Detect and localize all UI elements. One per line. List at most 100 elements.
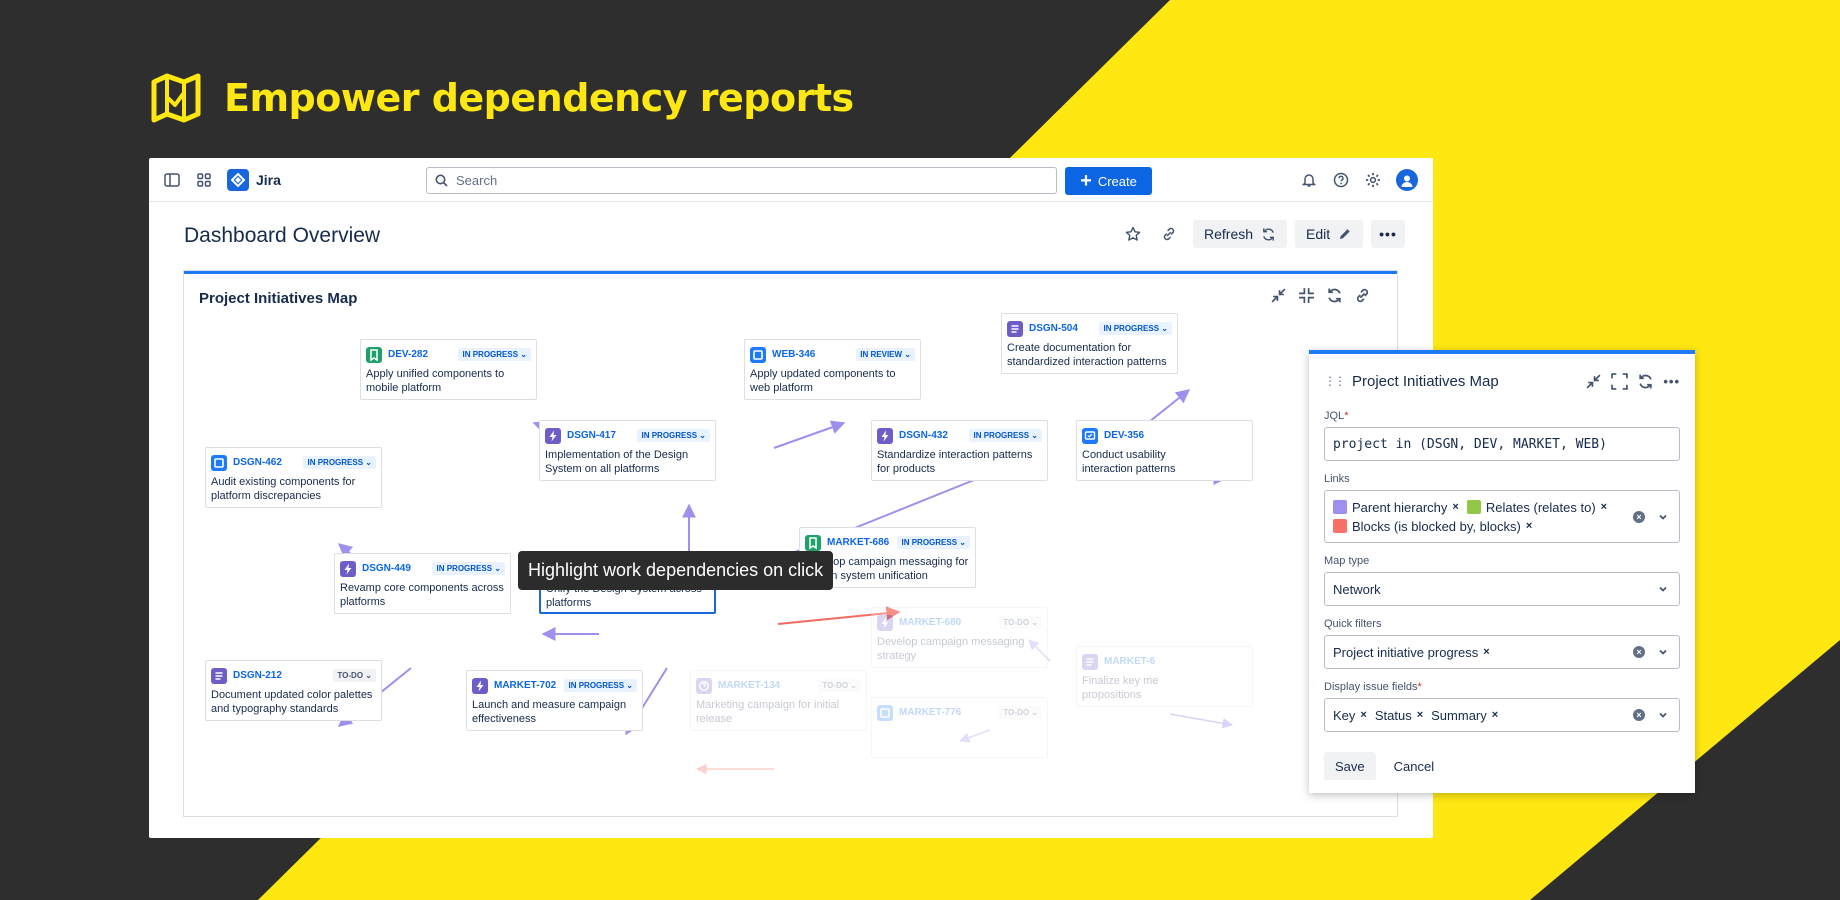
issue-key[interactable]: DSGN-504 [1029, 323, 1093, 334]
status-lozenge[interactable]: IN PROGRESS ⌄ [303, 456, 376, 469]
clear-fields-icon[interactable]: × [1633, 709, 1645, 721]
status-lozenge[interactable]: TO-DO ⌄ [818, 679, 861, 692]
status-lozenge[interactable]: IN REVIEW ⌄ [856, 348, 915, 361]
card-header: MARKET-702 IN PROGRESS ⌄ [472, 677, 637, 694]
link-icon[interactable] [1157, 226, 1181, 242]
chip[interactable]: Status × [1375, 708, 1423, 723]
jira-logo[interactable]: Jira [227, 169, 281, 191]
issue-key[interactable]: MARKET-776 [899, 707, 993, 718]
status-lozenge[interactable]: IN PROGRESS ⌄ [637, 429, 710, 442]
issue-summary-line: propositions [1082, 689, 1142, 701]
refresh-button[interactable]: Refresh [1193, 220, 1288, 248]
create-button[interactable]: + Create [1065, 167, 1152, 195]
status-lozenge[interactable]: IN PROGRESS ⌄ [897, 536, 970, 549]
chip[interactable]: Relates (relates to) × [1466, 500, 1607, 515]
remove-chip-icon[interactable]: × [1360, 709, 1366, 721]
chevron-down-icon[interactable] [1657, 583, 1669, 595]
drag-handle-icon[interactable]: ⋮⋮ [1324, 374, 1346, 388]
status-lozenge[interactable]: TO-DO ⌄ [999, 616, 1042, 629]
display-fields-select[interactable]: Key × Status × Summary × × [1324, 698, 1680, 732]
chip-label: Project initiative progress [1333, 644, 1479, 660]
chip[interactable]: Blocks (is blocked by, blocks) × [1333, 519, 1532, 534]
issue-card-market-776[interactable]: MARKET-776 TO-DO ⌄ [871, 697, 1048, 758]
clear-links-icon[interactable]: × [1633, 510, 1645, 523]
issue-card-market-6[interactable]: MARKET-6 Finalize key me propositions [1076, 646, 1253, 707]
issue-summary-line: release [696, 713, 733, 725]
save-button[interactable]: Save [1324, 752, 1376, 780]
remove-chip-icon[interactable]: × [1601, 501, 1607, 513]
edit-button[interactable]: Edit [1295, 220, 1364, 248]
remove-chip-icon[interactable]: × [1452, 501, 1458, 513]
gear-icon[interactable] [1363, 170, 1383, 190]
status-lozenge[interactable]: IN PROGRESS ⌄ [969, 429, 1042, 442]
panel-refresh-icon[interactable] [1637, 373, 1654, 390]
chevron-down-icon[interactable] [1657, 646, 1669, 658]
jql-input[interactable]: project in (DSGN, DEV, MARKET, WEB) [1324, 427, 1680, 461]
app-switcher-icon[interactable] [194, 170, 214, 190]
chip[interactable]: Summary × [1431, 708, 1498, 723]
avatar[interactable] [1396, 169, 1418, 191]
chip[interactable]: Parent hierarchy × [1333, 500, 1459, 515]
links-chips: Parent hierarchy × Relates (relates to) × Bl… [1333, 495, 1671, 539]
issue-card-dev-282[interactable]: DEV-282 IN PROGRESS ⌄ Apply unified compon… [360, 339, 537, 400]
clear-filters-icon[interactable]: × [1633, 646, 1645, 658]
issue-key[interactable]: MARKET-134 [718, 680, 812, 691]
issue-card-dsgn-504[interactable]: DSGN-504 IN PROGRESS ⌄ Create documentatio… [1001, 313, 1178, 374]
panel-minimize-icon[interactable] [1585, 373, 1602, 390]
issue-summary-line: Finalize key me [1082, 675, 1159, 687]
issue-key[interactable]: DSGN-417 [567, 430, 631, 441]
bell-icon[interactable] [1299, 170, 1319, 190]
status-text: IN PROGRESS [1103, 324, 1160, 333]
more-button[interactable]: ••• [1371, 220, 1405, 248]
issue-key[interactable]: DSGN-212 [233, 670, 327, 681]
issue-key[interactable]: DSGN-449 [362, 563, 426, 574]
issue-key[interactable]: MARKET-702 [494, 680, 558, 691]
issue-key[interactable]: MARKET-686 [827, 537, 891, 548]
issue-card-dsgn-212[interactable]: DSGN-212 TO-DO ⌄ Document updated color pa… [205, 660, 382, 721]
remove-chip-icon[interactable]: × [1492, 709, 1498, 721]
status-lozenge[interactable]: IN PROGRESS ⌄ [564, 679, 637, 692]
issue-card-dsgn-417[interactable]: DSGN-417 IN PROGRESS ⌄ Implementation of t… [539, 420, 716, 481]
issue-card-dsgn-432[interactable]: DSGN-432 IN PROGRESS ⌄ Standardize interac… [871, 420, 1048, 481]
task-type-icon [211, 454, 227, 471]
chevron-down-icon[interactable] [1657, 511, 1669, 523]
chip[interactable]: Key × [1333, 708, 1367, 723]
issue-key[interactable]: DEV-356 [1104, 430, 1247, 441]
expand-icon[interactable] [1611, 372, 1629, 390]
remove-chip-icon[interactable]: × [1417, 709, 1423, 721]
remove-chip-icon[interactable]: × [1526, 520, 1532, 532]
issue-key[interactable]: DSGN-432 [899, 430, 963, 441]
status-lozenge[interactable]: IN PROGRESS ⌄ [458, 348, 531, 361]
status-lozenge[interactable]: IN PROGRESS ⌄ [1099, 322, 1172, 335]
status-text: IN PROGRESS [641, 431, 698, 440]
map-type-select[interactable]: Network [1324, 572, 1680, 606]
status-lozenge[interactable]: TO-DO ⌄ [999, 706, 1042, 719]
issue-card-dsgn-462[interactable]: DSGN-462 IN PROGRESS ⌄ Audit existing comp… [205, 447, 382, 508]
status-lozenge[interactable]: TO-DO ⌄ [333, 669, 376, 682]
links-select[interactable]: Parent hierarchy × Relates (relates to) × Bl… [1324, 490, 1680, 543]
issue-card-market-680[interactable]: MARKET-680 TO-DO ⌄ Develop campaign messag… [871, 607, 1048, 668]
issue-card-market-702[interactable]: MARKET-702 IN PROGRESS ⌄ Launch and measur… [466, 670, 643, 731]
issue-card-web-346[interactable]: WEB-346 IN REVIEW ⌄ Apply updated componen… [744, 339, 921, 400]
remove-chip-icon[interactable]: × [1483, 646, 1489, 658]
card-header: DSGN-417 IN PROGRESS ⌄ [545, 427, 710, 444]
issue-key[interactable]: DSGN-462 [233, 457, 297, 468]
issue-key[interactable]: DEV-282 [388, 349, 452, 360]
chip-label: Key [1333, 707, 1356, 723]
cancel-button[interactable]: Cancel [1386, 752, 1442, 780]
chevron-down-icon[interactable] [1657, 709, 1669, 721]
issue-key[interactable]: MARKET-6 [1104, 656, 1247, 667]
panel-more-icon[interactable]: ••• [1663, 374, 1680, 389]
star-icon[interactable] [1121, 226, 1145, 242]
issue-key[interactable]: WEB-346 [772, 349, 850, 360]
chip[interactable]: Project initiative progress × [1333, 645, 1490, 660]
help-icon[interactable] [1331, 170, 1351, 190]
status-lozenge[interactable]: IN PROGRESS ⌄ [432, 562, 505, 575]
issue-key[interactable]: MARKET-680 [899, 617, 993, 628]
issue-card-dev-356[interactable]: DEV-356 Conduct usability interaction patt… [1076, 420, 1253, 481]
sidebar-toggle-icon[interactable] [162, 170, 182, 190]
issue-card-dsgn-449[interactable]: DSGN-449 IN PROGRESS ⌄ Revamp core compone… [334, 553, 511, 614]
quick-filters-select[interactable]: Project initiative progress × × [1324, 635, 1680, 669]
search-input[interactable]: Search [426, 167, 1057, 194]
issue-card-market-134[interactable]: MARKET-134 TO-DO ⌄ Marketing campaign for … [690, 670, 867, 731]
